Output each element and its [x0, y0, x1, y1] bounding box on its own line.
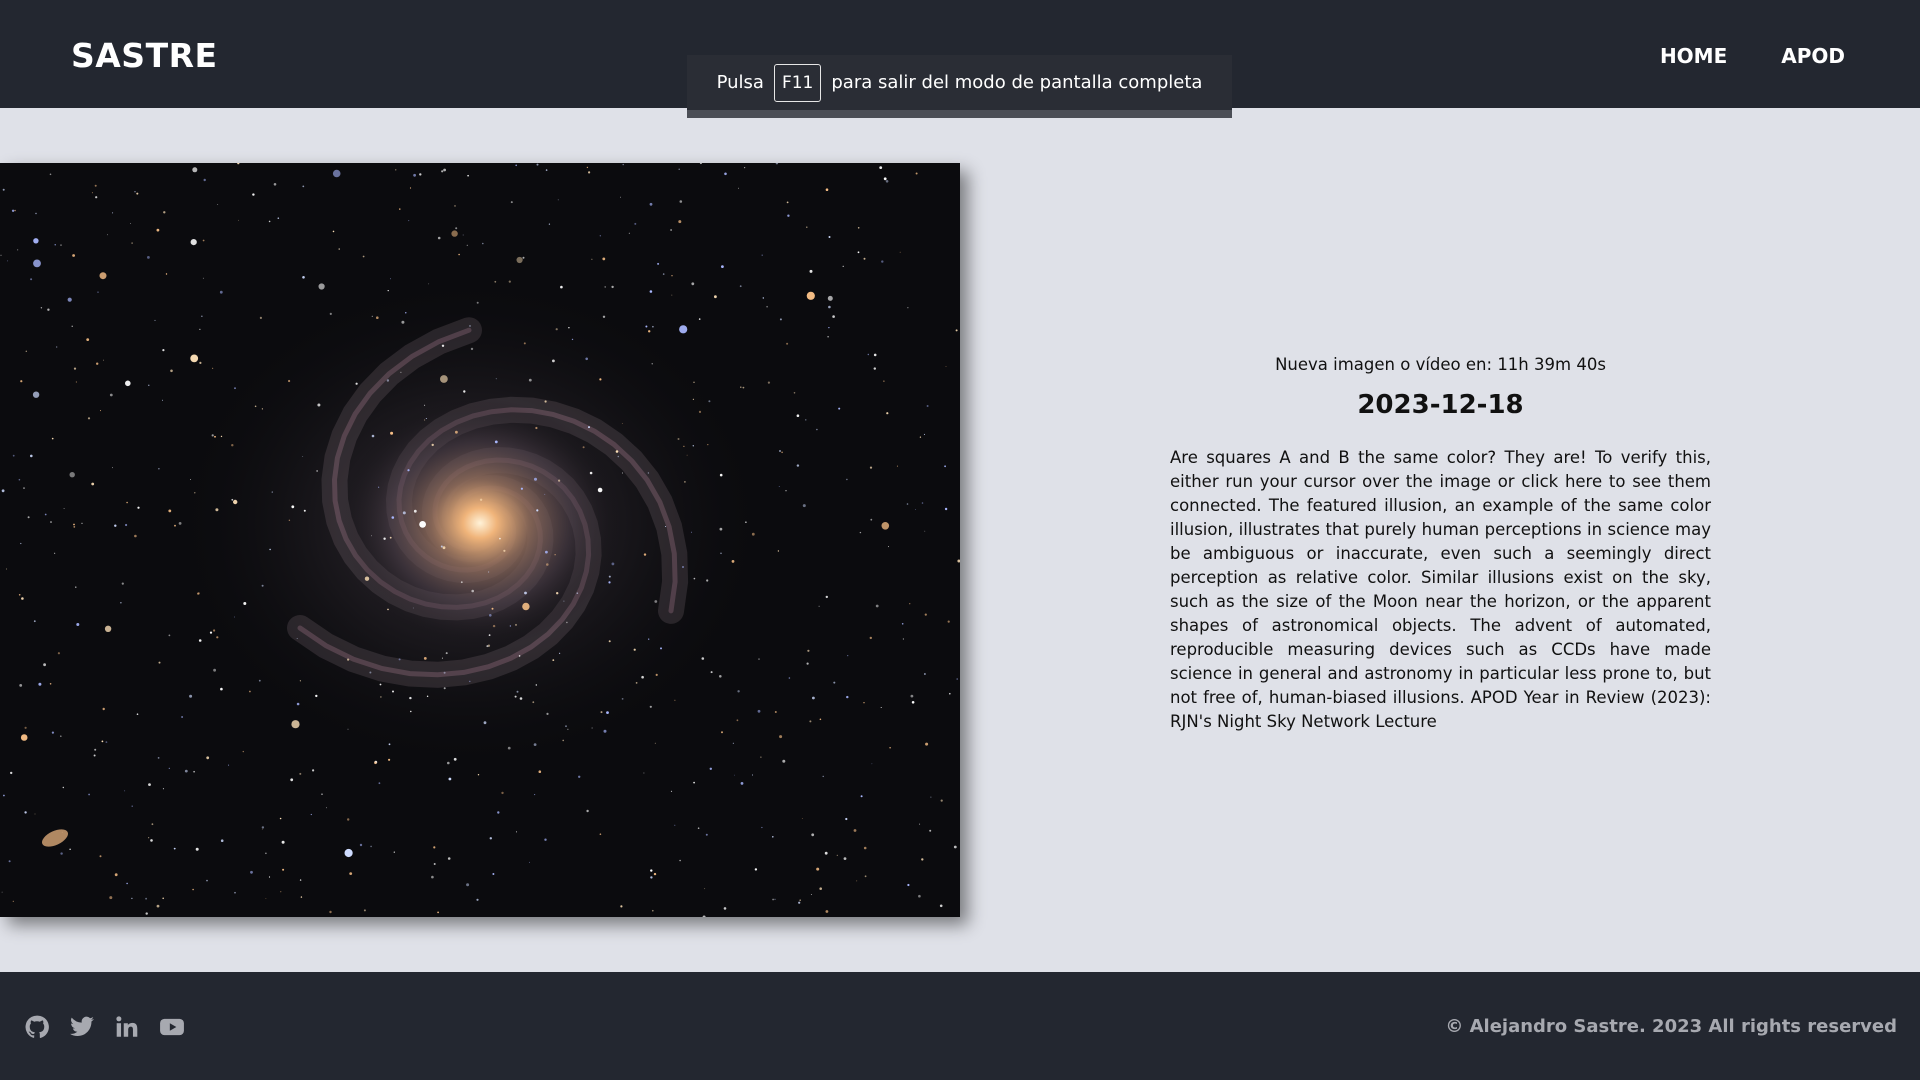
nav-home-link[interactable]: HOME	[1660, 44, 1727, 68]
nav-apod-link[interactable]: APOD	[1781, 44, 1845, 68]
apod-explanation: Are squares A and B the same color? They…	[1170, 448, 1711, 731]
apod-date: 2023-12-18	[1357, 390, 1524, 420]
copyright-text: © Alejandro Sastre. 2023 All rights rese…	[1445, 1016, 1897, 1037]
fullscreen-notice-after: para salir del modo de pantalla completa	[831, 72, 1203, 93]
f11-key-badge: F11	[773, 63, 822, 102]
youtube-icon[interactable]	[159, 1014, 185, 1040]
main-nav: HOME APOD	[1660, 44, 1845, 68]
site-logo[interactable]: SASTRE	[71, 36, 218, 75]
social-links	[24, 1014, 185, 1040]
countdown-text: Nueva imagen o vídeo en: 11h 39m 40s	[1275, 355, 1606, 374]
apod-image[interactable]	[0, 163, 960, 917]
twitter-icon[interactable]	[69, 1014, 95, 1040]
fullscreen-notice: Pulsa F11 para salir del modo de pantall…	[687, 55, 1232, 118]
spiral-galaxy-photo	[0, 163, 960, 917]
apod-info: Nueva imagen o vídeo en: 11h 39m 40s 202…	[1170, 355, 1711, 734]
site-footer: © Alejandro Sastre. 2023 All rights rese…	[0, 972, 1920, 1080]
linkedin-icon[interactable]	[114, 1014, 140, 1040]
github-icon[interactable]	[24, 1014, 50, 1040]
fullscreen-notice-before: Pulsa	[716, 72, 764, 93]
